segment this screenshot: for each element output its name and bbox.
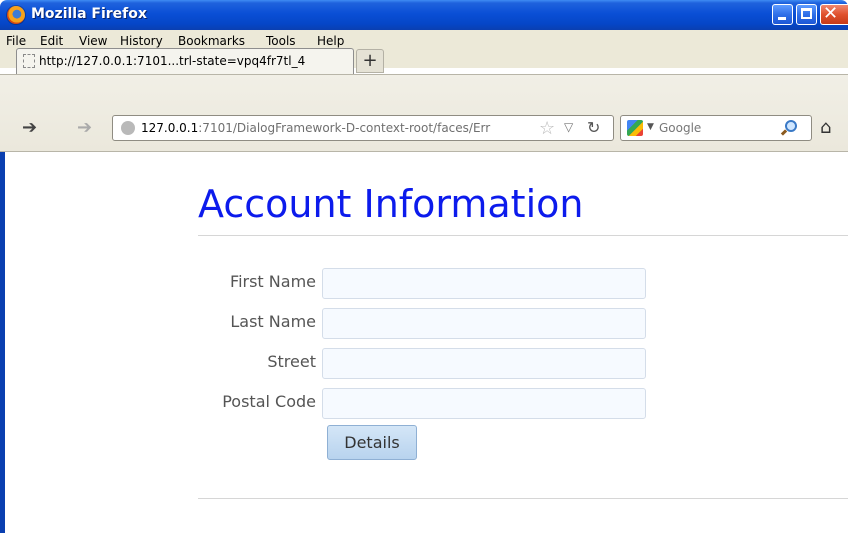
star-icon[interactable]: ☆	[539, 118, 555, 139]
street-field[interactable]	[322, 348, 646, 379]
minimize-icon	[778, 17, 786, 20]
menu-bookmarks[interactable]: Bookmarks	[178, 34, 245, 48]
first-name-row: First Name	[198, 268, 648, 299]
site-identity-icon[interactable]	[121, 121, 135, 135]
google-icon[interactable]	[627, 120, 643, 136]
search-engine-dropdown-icon[interactable]: ▼	[647, 122, 654, 132]
menu-help[interactable]: Help	[317, 34, 344, 48]
divider-bottom	[198, 498, 848, 499]
home-icon[interactable]: ⌂	[820, 117, 831, 138]
forward-icon[interactable]: ➔	[77, 119, 92, 137]
menu-edit[interactable]: Edit	[40, 34, 63, 48]
back-icon[interactable]: ➔	[22, 119, 37, 137]
search-placeholder: Google	[659, 121, 702, 135]
postal-code-label: Postal Code	[222, 392, 316, 411]
street-label: Street	[267, 352, 316, 371]
window-left-border	[0, 152, 5, 533]
window-title: Mozilla Firefox	[31, 6, 147, 22]
menu-file[interactable]: File	[6, 34, 26, 48]
first-name-field[interactable]	[322, 268, 646, 299]
street-row: Street	[198, 348, 648, 379]
title-bar[interactable]: Mozilla Firefox ✕	[0, 0, 848, 30]
page-title: Account Information	[198, 182, 584, 226]
last-name-field[interactable]	[322, 308, 646, 339]
first-name-label: First Name	[230, 272, 316, 291]
reload-icon[interactable]: ↻	[587, 118, 600, 137]
postal-code-row: Postal Code	[198, 388, 648, 419]
new-tab-button[interactable]: +	[356, 49, 384, 73]
firefox-logo-icon	[7, 6, 25, 24]
details-button[interactable]: Details	[327, 425, 417, 460]
divider-top	[198, 235, 848, 236]
dropdown-icon[interactable]: ▽	[564, 120, 573, 134]
url-host: 127.0.0.1	[141, 121, 199, 135]
menu-view[interactable]: View	[79, 34, 107, 48]
postal-code-field[interactable]	[322, 388, 646, 419]
menu-tools[interactable]: Tools	[266, 34, 296, 48]
minimize-button[interactable]	[772, 4, 793, 25]
close-button[interactable]: ✕	[820, 4, 848, 25]
browser-window: Mozilla Firefox ✕ File Edit View History…	[0, 0, 848, 533]
menu-history[interactable]: History	[120, 34, 163, 48]
tab-label: http://127.0.0.1:7101...trl-state=vpq4fr…	[39, 54, 306, 68]
url-text[interactable]: 127.0.0.1:7101/DialogFramework-D-context…	[141, 121, 490, 135]
url-bar[interactable]: 127.0.0.1:7101/DialogFramework-D-context…	[112, 115, 614, 141]
maximize-button[interactable]	[796, 4, 817, 25]
magnifier-handle	[780, 129, 788, 136]
page-content: Account Information First Name Last Name…	[0, 152, 848, 533]
page-favicon-icon	[23, 54, 35, 68]
last-name-row: Last Name	[198, 308, 648, 339]
close-icon: ✕	[823, 3, 839, 24]
maximize-icon	[801, 8, 812, 19]
last-name-label: Last Name	[230, 312, 316, 331]
search-bar[interactable]: ▼ Google	[620, 115, 812, 141]
navigation-toolbar: ➔ ➔ 127.0.0.1:7101/DialogFramework-D-con…	[0, 74, 848, 152]
url-path: :7101/DialogFramework-D-context-root/fac…	[198, 121, 491, 135]
tab-active[interactable]: http://127.0.0.1:7101...trl-state=vpq4fr…	[16, 48, 354, 74]
